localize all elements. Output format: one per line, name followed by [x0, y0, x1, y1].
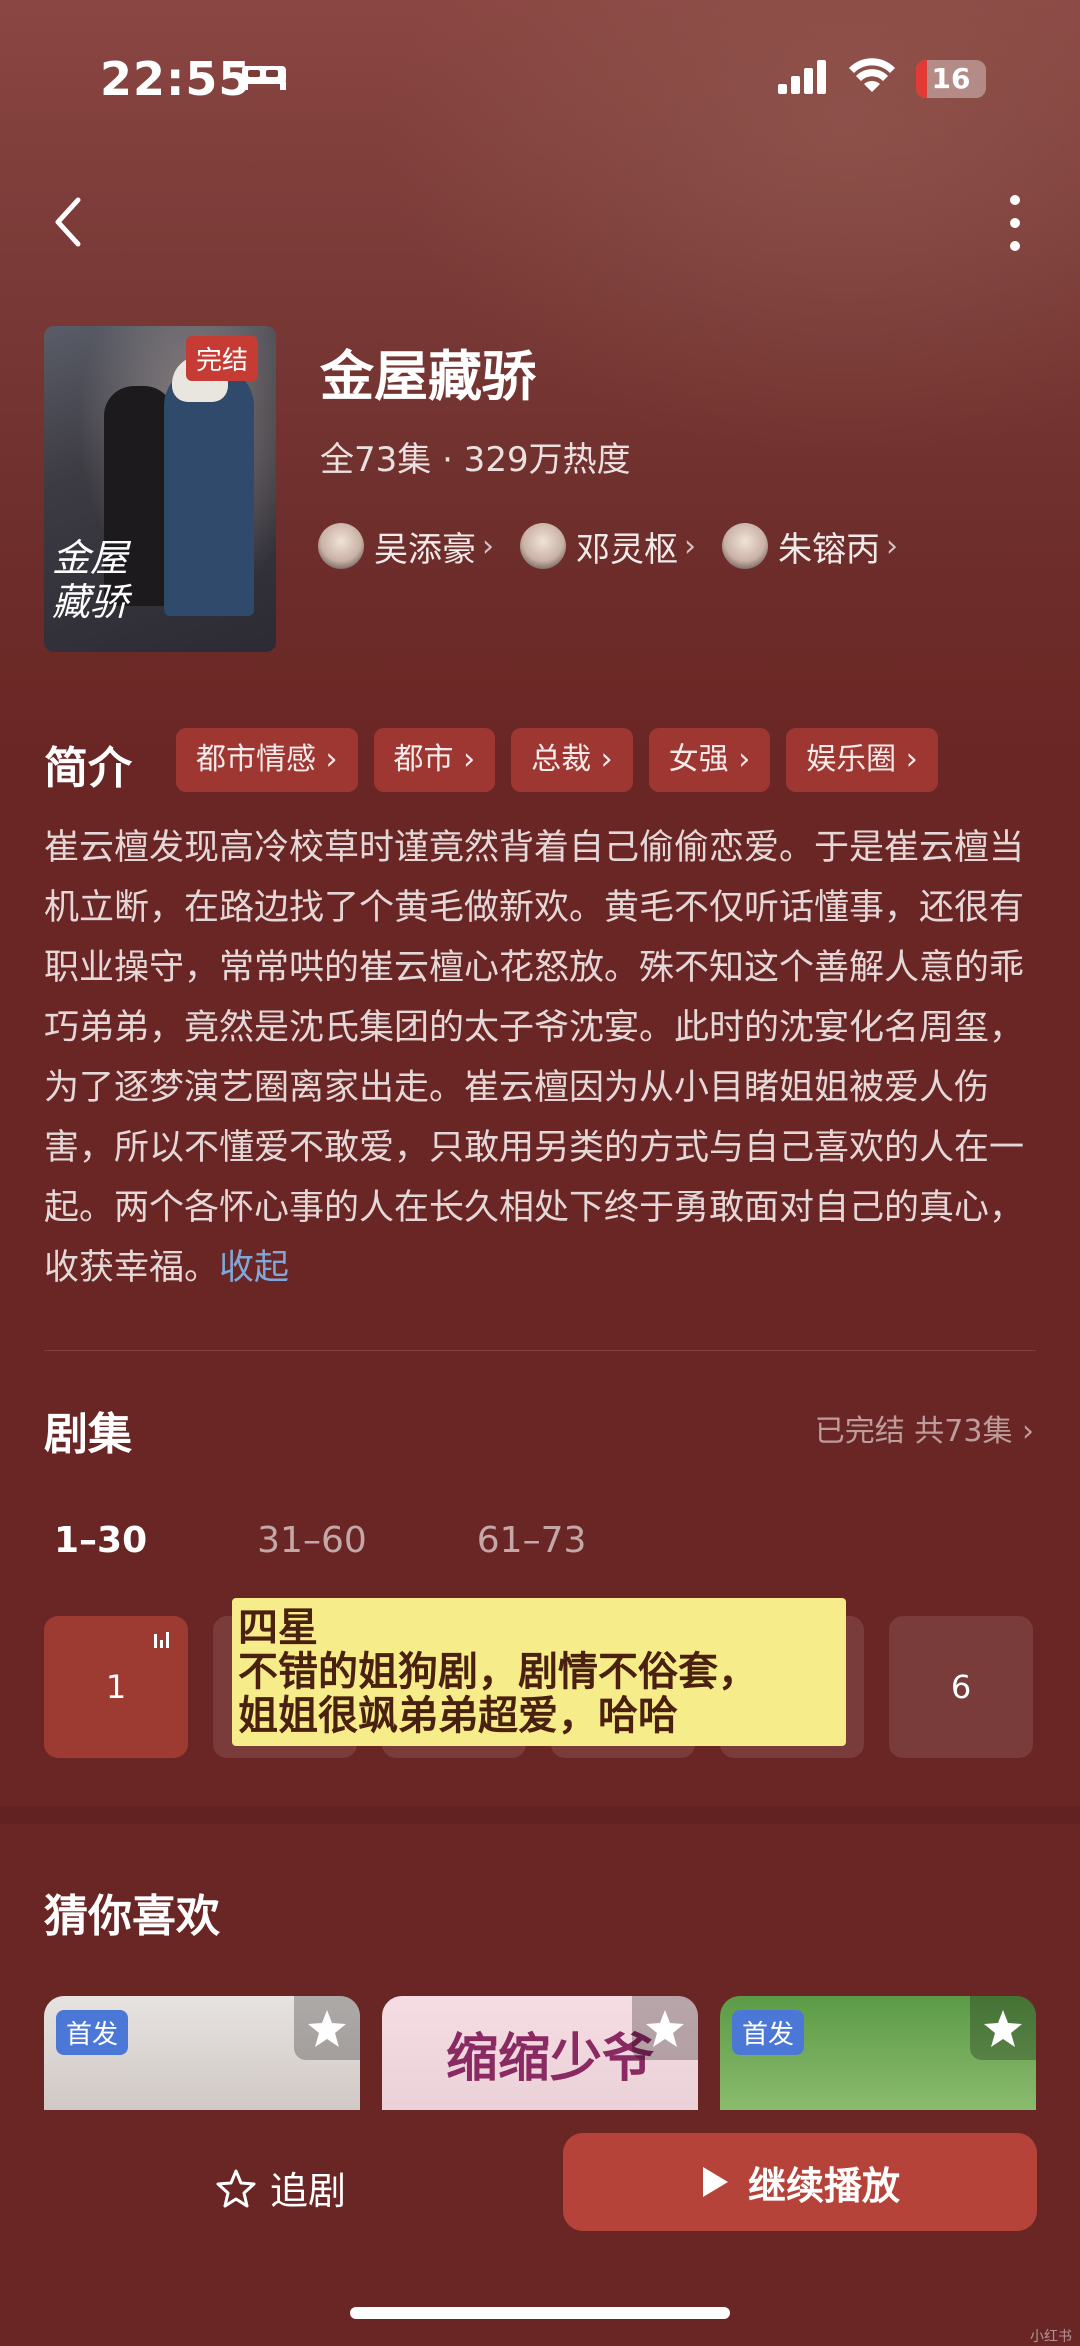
premiere-badge: 首发: [732, 2010, 805, 2055]
genre-tag[interactable]: 都市情感 ›: [176, 728, 358, 792]
genre-tag[interactable]: 女强 ›: [648, 728, 771, 792]
genre-tag-label: 都市情感: [196, 742, 316, 777]
collapse-link[interactable]: 收起: [219, 1248, 289, 1288]
avatar: [318, 523, 364, 569]
star-icon[interactable]: [632, 1996, 698, 2060]
genre-tag-label: 总裁: [531, 742, 592, 777]
more-vertical-icon[interactable]: [1000, 190, 1030, 256]
chevron-right-icon: ›: [1022, 1414, 1034, 1449]
episode-button[interactable]: 1: [44, 1616, 188, 1758]
chevron-right-icon: ›: [886, 528, 898, 564]
drama-title: 金屋藏骄: [320, 345, 536, 408]
chevron-right-icon: ›: [738, 742, 751, 777]
bed-icon: [242, 66, 286, 90]
episode-number: 6: [950, 1668, 972, 1706]
intro-label: 简介: [44, 743, 132, 794]
avatar: [520, 523, 566, 569]
divider: [44, 1350, 1036, 1351]
actor-name: 朱镕丙: [778, 529, 880, 570]
episode-number: 1: [105, 1668, 127, 1706]
chevron-left-icon[interactable]: [48, 192, 88, 252]
actor-list: 吴添豪 › 邓灵枢 › 朱镕丙 ›: [318, 518, 924, 574]
poster-figure-man: [164, 366, 254, 616]
recommend-list: 首发 缩缩少爷 首发: [44, 1996, 1058, 2116]
follow-button[interactable]: 追剧: [216, 2160, 346, 2215]
home-indicator: [350, 2307, 730, 2319]
tab-range-1-30[interactable]: 1–30: [54, 1520, 147, 1561]
star-icon[interactable]: [970, 1996, 1036, 2060]
actor-item[interactable]: 朱镕丙 ›: [722, 522, 898, 571]
avatar: [722, 523, 768, 569]
review-note-text: 四星 不错的姐狗剧，剧情不俗套， 姐姐很飒弟弟超爱，哈哈: [238, 1605, 758, 1739]
episodes-title: 剧集: [44, 1409, 132, 1460]
genre-tag[interactable]: 总裁 ›: [511, 728, 633, 792]
chevron-right-icon: ›: [463, 742, 476, 777]
tab-range-61-73[interactable]: 61–73: [477, 1520, 587, 1561]
premiere-badge: 首发: [56, 2010, 129, 2055]
chevron-right-icon: ›: [482, 528, 494, 564]
status-time: 22:55: [100, 52, 252, 106]
genre-tag-label: 都市: [393, 742, 454, 777]
description-text: 崔云檀发现高冷校草时谨竟然背着自己偷偷恋爱。于是崔云檀当机立断，在路边找了个黄毛…: [44, 828, 1025, 1288]
episode-range-tabs: 1–30 31–60 61–73: [54, 1520, 696, 1561]
recommend-card-title: 缩缩少爷: [446, 2028, 655, 2089]
genre-tag[interactable]: 都市 ›: [373, 728, 496, 792]
star-icon[interactable]: [294, 1996, 360, 2060]
poster-title: 金屋藏骄: [52, 536, 129, 624]
follow-label: 追剧: [270, 2169, 347, 2213]
star-outline-icon: [216, 2169, 256, 2207]
episode-button[interactable]: 6: [889, 1616, 1033, 1758]
chevron-right-icon: ›: [684, 528, 696, 564]
wifi-icon: [849, 58, 895, 92]
drama-meta: 全73集 · 329万热度: [320, 440, 631, 480]
continue-play-button[interactable]: 继续播放: [563, 2133, 1037, 2231]
episodes-status: 已完结 共73集: [814, 1414, 1013, 1449]
actor-item[interactable]: 邓灵枢 ›: [520, 522, 696, 571]
intro-description: 崔云檀发现高冷校草时谨竟然背着自己偷偷恋爱。于是崔云檀当机立断，在路边找了个黄毛…: [44, 818, 1040, 1298]
drama-poster[interactable]: 金屋藏骄 完结: [44, 326, 276, 652]
recommend-card[interactable]: 缩缩少爷: [382, 1996, 698, 2116]
genre-tag-label: 女强: [668, 742, 729, 777]
now-playing-icon: [154, 1632, 169, 1648]
review-note-overlay: 四星 不错的姐狗剧，剧情不俗套， 姐姐很飒弟弟超爱，哈哈: [232, 1598, 846, 1746]
cellular-signal-icon: [778, 60, 826, 94]
section-separator: [0, 1806, 1080, 1824]
play-icon: [702, 2167, 728, 2197]
recommend-card[interactable]: 首发: [44, 1996, 360, 2116]
chevron-right-icon: ›: [600, 742, 613, 777]
actor-name: 吴添豪: [374, 529, 476, 570]
battery-icon: 16: [916, 60, 986, 98]
completed-badge: 完结: [186, 336, 259, 381]
status-bar: 22:55 16: [0, 0, 1080, 160]
recommend-title: 猜你喜欢: [44, 1891, 220, 1942]
chevron-right-icon: ›: [325, 742, 338, 777]
continue-play-label: 继续播放: [747, 2163, 900, 2208]
chevron-right-icon: ›: [905, 742, 918, 777]
episodes-status-link[interactable]: 已完结 共73集 ›: [815, 1406, 1034, 1450]
genre-tag-label: 娱乐圈: [806, 742, 897, 777]
genre-tag[interactable]: 娱乐圈 ›: [786, 728, 938, 792]
recommend-card[interactable]: 首发: [720, 1996, 1036, 2116]
tab-range-31-60[interactable]: 31–60: [257, 1520, 367, 1561]
genre-tags: 都市情感 › 都市 › 总裁 › 女强 › 娱乐圈 ›: [176, 728, 954, 792]
actor-name: 邓灵枢: [576, 529, 678, 570]
watermark: 小红书: [1030, 2329, 1072, 2345]
battery-level: 16: [931, 62, 971, 95]
actor-item[interactable]: 吴添豪 ›: [318, 522, 494, 571]
